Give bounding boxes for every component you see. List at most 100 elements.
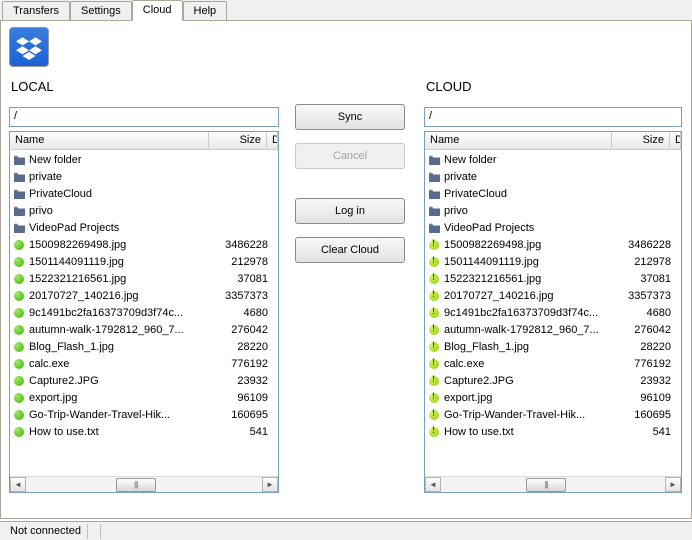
- list-item[interactable]: private: [10, 168, 278, 185]
- local-panel-label: LOCAL: [11, 79, 54, 94]
- status-ok-icon: [12, 391, 26, 405]
- folder-icon: [12, 204, 26, 218]
- list-item[interactable]: New folder: [10, 151, 278, 168]
- list-item[interactable]: PrivateCloud: [10, 185, 278, 202]
- list-item[interactable]: privo: [10, 202, 278, 219]
- local-path-input[interactable]: /: [9, 107, 279, 127]
- list-item[interactable]: Capture2.JPG23932: [425, 372, 681, 389]
- item-name: Capture2.JPG: [444, 375, 619, 387]
- item-size: 3486228: [216, 239, 270, 251]
- scroll-left-icon[interactable]: ◄: [425, 477, 441, 492]
- cancel-button[interactable]: Cancel: [295, 143, 405, 169]
- cloud-panel-label: CLOUD: [426, 79, 472, 94]
- local-h-scrollbar[interactable]: ◄ ||| ►: [10, 476, 278, 492]
- list-item[interactable]: private: [425, 168, 681, 185]
- tab-transfers[interactable]: Transfers: [2, 1, 70, 20]
- list-item[interactable]: privo: [425, 202, 681, 219]
- list-item[interactable]: 20170727_140216.jpg3357373: [10, 287, 278, 304]
- status-ok-icon: [12, 340, 26, 354]
- cloud-file-list[interactable]: Name Size D New folder private PrivateClou…: [424, 131, 682, 493]
- list-item[interactable]: export.jpg96109: [425, 389, 681, 406]
- list-item[interactable]: autumn-walk-1792812_960_7...276042: [425, 321, 681, 338]
- status-warn-icon: [427, 408, 441, 422]
- item-name: private: [444, 171, 619, 183]
- item-name: VideoPad Projects: [29, 222, 216, 234]
- list-item[interactable]: calc.exe776192: [10, 355, 278, 372]
- status-warn-icon: [427, 323, 441, 337]
- list-item[interactable]: 1522321216561.jpg37081: [425, 270, 681, 287]
- list-item[interactable]: 9c1491bc2fa16373709d3f74c...4680: [10, 304, 278, 321]
- list-item[interactable]: 1500982269498.jpg3486228: [10, 236, 278, 253]
- item-name: PrivateCloud: [444, 188, 619, 200]
- local-path-text: /: [14, 110, 17, 122]
- cloud-list-header[interactable]: Name Size D: [425, 132, 681, 150]
- login-button[interactable]: Log in: [295, 198, 405, 224]
- list-item[interactable]: How to use.txt541: [10, 423, 278, 440]
- item-name: autumn-walk-1792812_960_7...: [444, 324, 619, 336]
- item-name: 20170727_140216.jpg: [29, 290, 216, 302]
- item-name: export.jpg: [444, 392, 619, 404]
- list-item[interactable]: Capture2.JPG23932: [10, 372, 278, 389]
- item-name: Blog_Flash_1.jpg: [29, 341, 216, 353]
- status-ok-icon: [12, 306, 26, 320]
- tab-cloud[interactable]: Cloud: [132, 0, 183, 21]
- list-item[interactable]: 20170727_140216.jpg3357373: [425, 287, 681, 304]
- status-ok-icon: [12, 357, 26, 371]
- list-item[interactable]: 9c1491bc2fa16373709d3f74c...4680: [425, 304, 681, 321]
- scroll-right-icon[interactable]: ►: [262, 477, 278, 492]
- list-item[interactable]: 1500982269498.jpg3486228: [425, 236, 681, 253]
- item-name: Go-Trip-Wander-Travel-Hik...: [29, 409, 216, 421]
- cloud-path-input[interactable]: /: [424, 107, 682, 127]
- list-item[interactable]: VideoPad Projects: [425, 219, 681, 236]
- item-size: 96109: [619, 392, 673, 404]
- col-header-size[interactable]: Size: [209, 132, 267, 149]
- list-item[interactable]: PrivateCloud: [425, 185, 681, 202]
- col-header-name[interactable]: Name: [425, 132, 612, 149]
- list-item[interactable]: New folder: [425, 151, 681, 168]
- list-item[interactable]: 1501144091119.jpg212978: [10, 253, 278, 270]
- scroll-right-icon[interactable]: ►: [665, 477, 681, 492]
- item-size: 212978: [619, 256, 673, 268]
- scroll-left-icon[interactable]: ◄: [10, 477, 26, 492]
- item-size: 28220: [216, 341, 270, 353]
- local-list-header[interactable]: Name Size D: [10, 132, 278, 150]
- cloud-h-scrollbar[interactable]: ◄ ||| ►: [425, 476, 681, 492]
- scroll-thumb[interactable]: |||: [526, 478, 566, 492]
- cloud-path-text: /: [429, 110, 432, 122]
- folder-icon: [12, 153, 26, 167]
- sync-button[interactable]: Sync: [295, 104, 405, 130]
- list-item[interactable]: calc.exe776192: [425, 355, 681, 372]
- status-warn-icon: [427, 272, 441, 286]
- col-header-size[interactable]: Size: [612, 132, 670, 149]
- col-header-name[interactable]: Name: [10, 132, 209, 149]
- tab-content: LOCAL CLOUD / / Name Size D New folderpr…: [0, 21, 692, 519]
- item-size: 28220: [619, 341, 673, 353]
- item-size: 23932: [619, 375, 673, 387]
- status-ok-icon: [12, 374, 26, 388]
- col-header-d[interactable]: D: [670, 132, 681, 149]
- tab-bar: TransfersSettingsCloudHelp: [0, 0, 692, 21]
- list-item[interactable]: export.jpg96109: [10, 389, 278, 406]
- status-ok-icon: [12, 323, 26, 337]
- list-item[interactable]: 1522321216561.jpg37081: [10, 270, 278, 287]
- item-size: 776192: [216, 358, 270, 370]
- list-item[interactable]: Blog_Flash_1.jpg28220: [10, 338, 278, 355]
- tab-help[interactable]: Help: [183, 1, 228, 20]
- item-size: 96109: [216, 392, 270, 404]
- list-item[interactable]: autumn-walk-1792812_960_7...276042: [10, 321, 278, 338]
- list-item[interactable]: VideoPad Projects: [10, 219, 278, 236]
- status-warn-icon: [427, 340, 441, 354]
- status-warn-icon: [427, 391, 441, 405]
- col-header-d[interactable]: D: [267, 132, 278, 149]
- tab-settings[interactable]: Settings: [70, 1, 132, 20]
- list-item[interactable]: Go-Trip-Wander-Travel-Hik...160695: [425, 406, 681, 423]
- item-size: 160695: [619, 409, 673, 421]
- list-item[interactable]: Blog_Flash_1.jpg28220: [425, 338, 681, 355]
- item-name: export.jpg: [29, 392, 216, 404]
- local-file-list[interactable]: Name Size D New folderprivatePrivateClou…: [9, 131, 279, 493]
- list-item[interactable]: 1501144091119.jpg212978: [425, 253, 681, 270]
- list-item[interactable]: Go-Trip-Wander-Travel-Hik...160695: [10, 406, 278, 423]
- scroll-thumb[interactable]: |||: [116, 478, 156, 492]
- list-item[interactable]: How to use.txt541: [425, 423, 681, 440]
- clear-cloud-button[interactable]: Clear Cloud: [295, 237, 405, 263]
